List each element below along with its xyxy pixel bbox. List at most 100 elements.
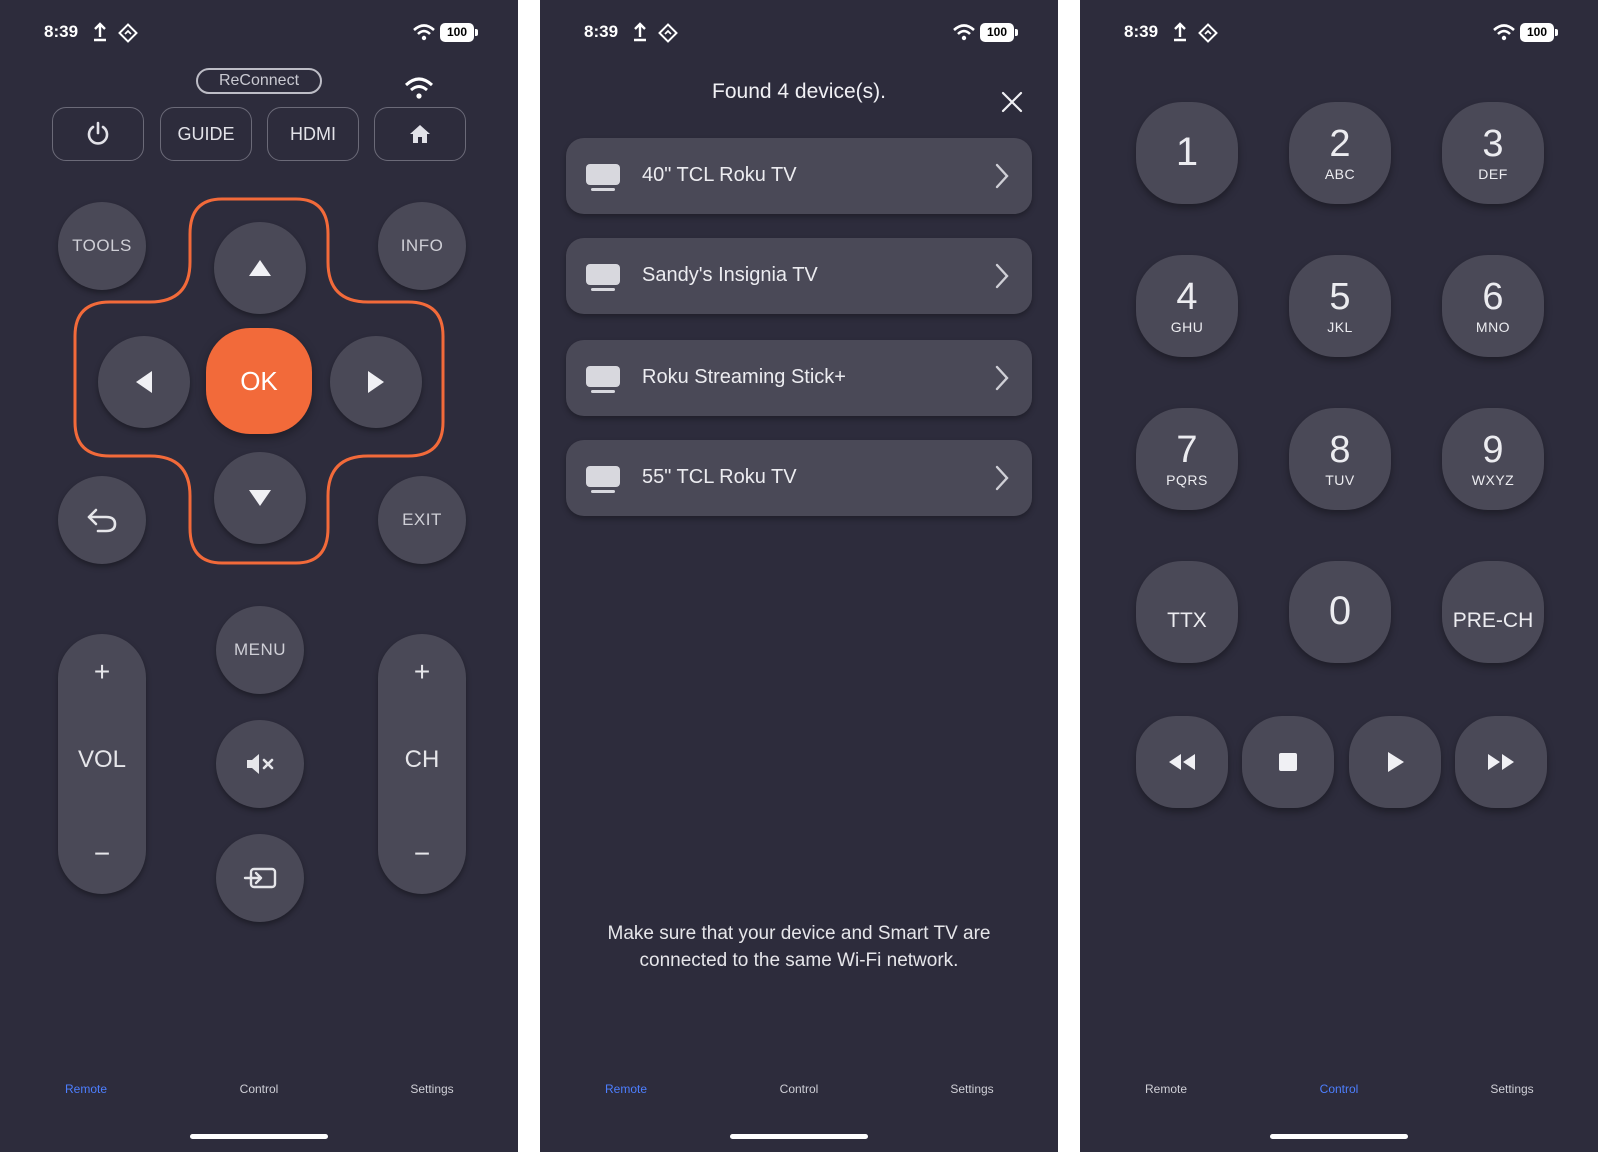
tab-control[interactable]: Control <box>1279 1082 1399 1096</box>
key-letters: GHU <box>1170 319 1204 335</box>
rewind-button[interactable] <box>1136 716 1228 808</box>
stop-icon <box>1279 753 1297 771</box>
navigation-icon <box>118 23 138 43</box>
device-item[interactable]: 40" TCL Roku TV <box>566 138 1032 214</box>
hdmi-button[interactable]: HDMI <box>267 107 359 161</box>
tab-control[interactable]: Control <box>739 1082 859 1096</box>
chevron-right-icon <box>995 163 1009 189</box>
home-indicator <box>730 1134 868 1139</box>
device-item[interactable]: Sandy's Insignia TV <box>566 238 1032 314</box>
key-7[interactable]: 7 PQRS <box>1136 408 1238 510</box>
remote-screen: 8:39 100 ReConnect GUIDE HDMI TOOLS INFO… <box>0 0 518 1152</box>
dpad-up-button[interactable] <box>214 222 306 314</box>
tv-icon <box>586 264 620 291</box>
wifi-hint-text: Make sure that your device and Smart TV … <box>607 923 991 971</box>
ok-button[interactable]: OK <box>206 328 312 434</box>
mute-icon <box>247 754 274 774</box>
volume-rocker: + VOL − <box>58 634 146 894</box>
info-button[interactable]: INFO <box>378 202 466 290</box>
tab-settings[interactable]: Settings <box>372 1082 492 1096</box>
menu-button[interactable]: MENU <box>216 606 304 694</box>
volume-label: VOL <box>77 746 127 773</box>
key-letters: PQRS <box>1166 472 1208 488</box>
wifi-icon <box>953 24 975 41</box>
wifi-icon <box>413 24 435 41</box>
channel-up-button[interactable]: + <box>378 656 466 688</box>
key-letters: MNO <box>1475 319 1511 335</box>
tab-settings[interactable]: Settings <box>1452 1082 1572 1096</box>
power-icon <box>87 121 109 145</box>
tab-control[interactable]: Control <box>199 1082 319 1096</box>
volume-down-button[interactable]: − <box>58 838 146 870</box>
fast-forward-button[interactable] <box>1455 716 1547 808</box>
key-digit: 4 <box>1176 276 1198 318</box>
status-bar: 8:39 100 <box>540 20 1058 46</box>
key-digit: 9 <box>1482 429 1504 471</box>
close-icon[interactable] <box>1000 90 1024 114</box>
volume-up-button[interactable]: + <box>58 656 146 688</box>
battery-indicator: 100 <box>1520 23 1558 42</box>
tab-remote[interactable]: Remote <box>1106 1082 1226 1096</box>
upload-icon <box>1174 22 1186 42</box>
key-2[interactable]: 2 ABC <box>1289 102 1391 204</box>
back-arrow-icon <box>87 508 117 533</box>
home-indicator <box>1270 1134 1408 1139</box>
dpad-down-button[interactable] <box>214 452 306 544</box>
status-time: 8:39 <box>44 22 79 41</box>
key-ttx[interactable]: TTX <box>1136 561 1238 663</box>
tab-remote[interactable]: Remote <box>26 1082 146 1096</box>
key-9[interactable]: 9 WXYZ <box>1442 408 1544 510</box>
tv-icon <box>586 466 620 493</box>
key-1[interactable]: 1 <box>1136 102 1238 204</box>
key-letters: ABC <box>1324 166 1356 182</box>
key-letters: JKL <box>1327 319 1353 335</box>
found-devices-title: Found 4 device(s). <box>712 80 886 103</box>
device-name: 40" TCL Roku TV <box>642 164 797 186</box>
home-button[interactable] <box>374 107 466 161</box>
home-indicator <box>190 1134 328 1139</box>
dpad-left-button[interactable] <box>98 336 190 428</box>
channel-label: CH <box>404 746 440 773</box>
key-3[interactable]: 3 DEF <box>1442 102 1544 204</box>
channel-rocker: + CH − <box>378 634 466 894</box>
dpad-right-button[interactable] <box>330 336 422 428</box>
arrow-right-icon <box>368 371 384 393</box>
reconnect-button[interactable]: ReConnect <box>196 68 322 94</box>
key-8[interactable]: 8 TUV <box>1289 408 1391 510</box>
input-source-icon <box>243 867 277 889</box>
device-name: Sandy's Insignia TV <box>642 264 818 286</box>
device-item[interactable]: 55" TCL Roku TV <box>566 440 1032 516</box>
exit-button[interactable]: EXIT <box>378 476 466 564</box>
tab-bar: Remote Control Settings <box>0 1082 518 1102</box>
status-time: 8:39 <box>1124 22 1159 41</box>
stop-button[interactable] <box>1242 716 1334 808</box>
input-source-button[interactable] <box>216 834 304 922</box>
device-name: 55" TCL Roku TV <box>642 466 797 488</box>
key-0[interactable]: 0 <box>1289 561 1391 663</box>
tab-remote[interactable]: Remote <box>566 1082 686 1096</box>
tab-settings[interactable]: Settings <box>912 1082 1032 1096</box>
navigation-icon <box>658 23 678 43</box>
tools-button[interactable]: TOOLS <box>58 202 146 290</box>
back-button[interactable] <box>58 476 146 564</box>
chevron-right-icon <box>995 465 1009 491</box>
channel-down-button[interactable]: − <box>378 838 466 870</box>
key-5[interactable]: 5 JKL <box>1289 255 1391 357</box>
mute-button[interactable] <box>216 720 304 808</box>
key-letters: TUV <box>1325 472 1355 488</box>
status-time: 8:39 <box>584 22 619 41</box>
key-label: TTX <box>1167 609 1207 632</box>
key-6[interactable]: 6 MNO <box>1442 255 1544 357</box>
device-name: Roku Streaming Stick+ <box>642 366 846 388</box>
guide-button[interactable]: GUIDE <box>160 107 252 161</box>
key-letters: WXYZ <box>1471 472 1515 488</box>
key-digit: 5 <box>1329 276 1351 318</box>
device-list-screen: 8:39 100 Found 4 device(s). 40" TCL Roku… <box>540 0 1058 1152</box>
key-digit: 2 <box>1329 123 1351 165</box>
power-button[interactable] <box>52 107 144 161</box>
wifi-icon <box>1493 24 1515 41</box>
key-4[interactable]: 4 GHU <box>1136 255 1238 357</box>
key-pre-ch[interactable]: PRE-CH <box>1442 561 1544 663</box>
play-button[interactable] <box>1349 716 1441 808</box>
device-item[interactable]: Roku Streaming Stick+ <box>566 340 1032 416</box>
